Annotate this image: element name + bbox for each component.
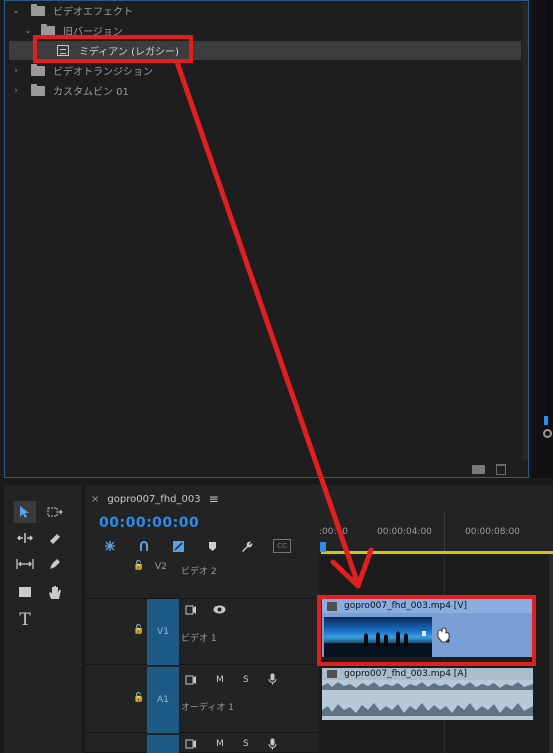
folder-icon <box>41 23 55 36</box>
hand-tool-icon[interactable] <box>44 581 66 603</box>
tree-item-label: ビデオエフェクト <box>53 7 133 18</box>
track-name: オーディオ 1 <box>181 703 234 713</box>
folder-icon <box>31 83 45 96</box>
source-patch-a2[interactable] <box>147 735 179 753</box>
selection-tool-icon[interactable] <box>14 501 36 523</box>
track-header-a1: 🔓 A1 M S オーディオ 1 <box>85 667 319 733</box>
work-area-bar[interactable] <box>321 551 553 554</box>
source-patch-label: A1 <box>157 695 169 705</box>
mute-button[interactable]: M <box>216 739 224 749</box>
chevron-right-icon[interactable]: › <box>11 66 21 76</box>
type-tool-icon[interactable]: T <box>14 609 36 631</box>
track-id: V2 <box>155 562 167 572</box>
tree-item-custom-bin[interactable]: › カスタムビン 01 <box>11 81 129 100</box>
time-ruler[interactable]: :00:00 00:00:04:00 00:00:08:00 <box>319 511 553 553</box>
track-name: ビデオ 1 <box>181 634 217 644</box>
sync-lock-icon[interactable] <box>185 675 197 688</box>
solo-button[interactable]: S <box>243 675 249 685</box>
chevron-down-icon[interactable]: ⌄ <box>11 6 21 16</box>
tab-sequence[interactable]: × gopro007_fhd_003 ≡ <box>91 491 219 507</box>
source-patch-v1[interactable]: V1 <box>147 599 179 665</box>
track-area[interactable]: gopro007_fhd_003.mp4 [V] gopro007_fhd_00… <box>319 555 553 753</box>
playhead-handle[interactable] <box>320 542 326 552</box>
linked-selection-icon[interactable] <box>171 539 185 553</box>
track-header-v1: 🔓 V1 ビデオ 1 <box>85 599 319 665</box>
tree-item-video-effects[interactable]: ⌄ ビデオエフェクト <box>11 1 133 20</box>
tree-item-label: 旧バージョン <box>63 27 123 38</box>
mute-button[interactable]: M <box>216 675 224 685</box>
ruler-label: 00:00:04:00 <box>377 527 432 537</box>
clip-title: gopro007_fhd_003.mp4 [V] <box>322 599 533 613</box>
fx-badge-icon <box>327 670 337 678</box>
tree-item-label: ビデオトランジション <box>53 67 153 78</box>
monitor-edge-bar <box>546 0 553 420</box>
track-header-v2: 🔓 V2 ビデオ 2 <box>85 555 319 599</box>
wrench-icon[interactable] <box>239 539 253 553</box>
ripple-edit-icon[interactable] <box>14 527 36 549</box>
monitor-circle-icon[interactable] <box>543 429 552 438</box>
close-icon[interactable]: × <box>91 494 99 505</box>
tools-panel: T <box>4 485 82 753</box>
lock-icon[interactable]: 🔓 <box>133 625 144 635</box>
effects-panel: ⌄ ビデオエフェクト ⌄ 旧バージョン ミディアン (レガシー) › ビデオトラ… <box>4 0 529 478</box>
timeline-scrollbar[interactable] <box>549 555 553 753</box>
sequence-tab-label: gopro007_fhd_003 <box>107 493 201 505</box>
sync-lock-icon[interactable] <box>185 739 197 752</box>
monitor-playhead[interactable] <box>544 416 548 425</box>
folder-icon <box>31 63 45 76</box>
ruler-label: 00:00:08:00 <box>465 527 520 537</box>
chevron-right-icon[interactable]: › <box>11 86 21 96</box>
eye-icon[interactable] <box>213 605 226 617</box>
drag-cursor-icon <box>436 627 452 646</box>
audio-waveform <box>322 682 533 716</box>
solo-button[interactable]: S <box>243 739 249 749</box>
slip-tool-icon[interactable] <box>14 553 36 575</box>
tree-item-legacy[interactable]: ⌄ 旧バージョン <box>23 21 123 40</box>
captions-icon[interactable]: CC <box>273 539 291 553</box>
track-name: ビデオ 2 <box>181 567 217 577</box>
track-header-a2: M S <box>85 735 319 753</box>
program-monitor-edge <box>531 0 553 478</box>
lock-icon[interactable]: 🔓 <box>133 693 144 703</box>
sync-lock-icon[interactable] <box>185 605 197 618</box>
effects-scrollbar[interactable] <box>522 2 528 460</box>
razor-icon[interactable] <box>44 527 66 549</box>
nest-icon[interactable] <box>103 539 117 553</box>
tree-item-median-legacy[interactable]: ミディアン (レガシー) <box>9 41 521 60</box>
fx-badge-icon <box>327 602 337 611</box>
rectangle-tool-icon[interactable] <box>14 581 36 603</box>
video-clip[interactable]: gopro007_fhd_003.mp4 [V] <box>322 599 533 657</box>
tree-item-label: ミディアン (レガシー) <box>79 47 179 58</box>
snap-icon[interactable] <box>137 539 151 553</box>
lock-icon[interactable]: 🔓 <box>133 561 144 571</box>
tree-item-label: カスタムビン 01 <box>53 87 129 98</box>
timeline-panel: × gopro007_fhd_003 ≡ 00:00:00:00 CC :00:… <box>85 485 553 753</box>
panel-menu-icon[interactable]: ≡ <box>209 492 219 506</box>
folder-icon <box>31 3 45 16</box>
add-marker-icon[interactable] <box>205 539 219 553</box>
playhead-timecode[interactable]: 00:00:00:00 <box>99 515 199 531</box>
chevron-down-icon[interactable]: ⌄ <box>23 26 33 36</box>
audio-clip[interactable]: gopro007_fhd_003.mp4 [A] <box>322 668 533 720</box>
ruler-tick <box>444 511 445 551</box>
new-bin-icon[interactable] <box>472 465 485 474</box>
effect-icon <box>57 45 69 56</box>
trash-icon[interactable] <box>496 464 506 475</box>
microphone-icon[interactable] <box>268 673 277 688</box>
microphone-icon[interactable] <box>268 738 277 753</box>
clip-title: gopro007_fhd_003.mp4 [A] <box>322 668 533 680</box>
source-patch-label: V1 <box>157 627 169 637</box>
clip-thumbnail <box>324 617 432 657</box>
tree-item-video-transitions[interactable]: › ビデオトランジション <box>11 61 153 80</box>
pen-tool-icon[interactable] <box>44 553 66 575</box>
track-select-icon[interactable] <box>44 501 66 523</box>
ruler-label: :00:00 <box>319 527 348 537</box>
source-patch-a1[interactable]: A1 <box>147 667 179 733</box>
